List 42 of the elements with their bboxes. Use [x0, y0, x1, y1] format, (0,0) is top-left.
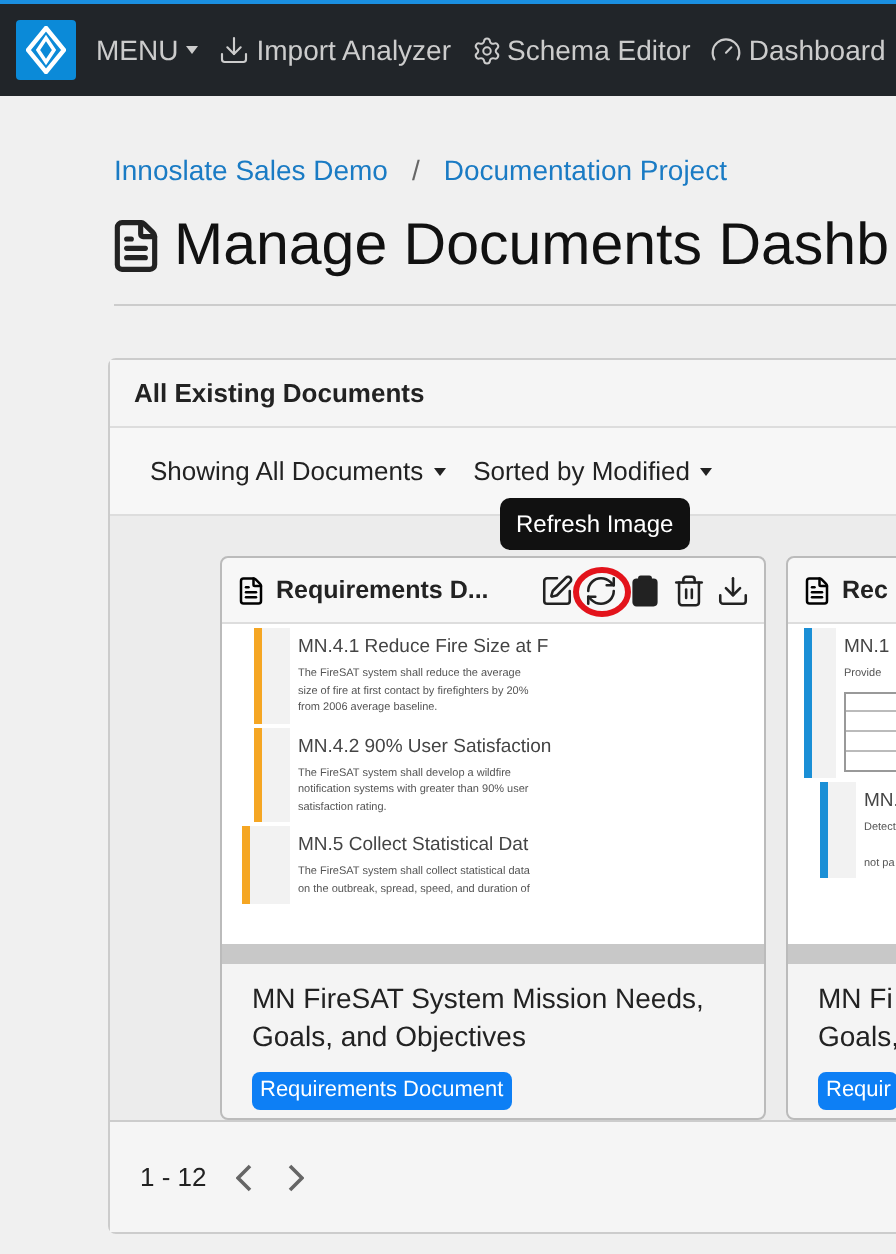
card-title: Requirements D...	[276, 573, 489, 608]
breadcrumb-separator: /	[411, 152, 420, 190]
clipboard-button[interactable]	[628, 573, 662, 607]
row-gutter	[262, 727, 290, 822]
filter-dropdown[interactable]: Sorted by Modified	[473, 451, 712, 491]
download-icon	[218, 34, 251, 66]
edit-button[interactable]	[540, 573, 574, 607]
refresh-button[interactable]	[584, 573, 618, 607]
document-name: MN FireSAT System Mission Needs,	[252, 980, 704, 1018]
tooltip: Refresh Image	[500, 497, 690, 549]
logo-icon[interactable]	[16, 20, 76, 80]
download-button[interactable]	[716, 573, 750, 607]
nav-link[interactable]: Schema Editor	[471, 29, 691, 71]
panel-title: All Existing Documents	[134, 375, 425, 412]
row-gutter	[250, 826, 290, 904]
menu-dropdown[interactable]: MENU	[96, 29, 199, 71]
row-gutter	[262, 628, 290, 723]
pagination-range: 1 - 12	[140, 1159, 207, 1196]
document-name: MN Fi	[818, 980, 893, 1018]
breadcrumb-link[interactable]: Documentation Project	[443, 150, 727, 192]
chevron-right-icon	[288, 1163, 305, 1191]
requirement-heading: MN.4.2 90% User Satisfaction	[298, 733, 552, 759]
document-name: Goals, and Objectives	[252, 1018, 526, 1056]
page-title: Manage Documents Dashb	[174, 210, 889, 282]
requirement-heading: MN.5 Collect Statistical Dat	[298, 832, 529, 858]
gauge-icon	[710, 34, 743, 66]
nav-link[interactable]: Dashboard	[710, 29, 886, 71]
gear-icon	[471, 35, 501, 65]
card-title: Rec	[842, 573, 888, 608]
chevron-left-icon	[236, 1163, 253, 1191]
nav-link[interactable]: Import Analyzer	[218, 29, 451, 71]
filter-dropdown[interactable]: Showing All Documents	[150, 451, 446, 491]
requirement-heading: MN.1	[844, 634, 890, 660]
breadcrumb-link[interactable]: Innoslate Sales Demo	[114, 150, 388, 192]
document-icon	[802, 575, 832, 605]
document-type-badge: Requir	[818, 1072, 896, 1109]
document-icon	[236, 575, 266, 605]
delete-button[interactable]	[672, 573, 706, 607]
document-type-badge: Requirements Document	[252, 1072, 512, 1109]
document-name: Goals,	[818, 1018, 896, 1056]
requirement-heading: MN.4.1 Reduce Fire Size at F	[298, 634, 549, 660]
row-gutter	[828, 781, 856, 879]
